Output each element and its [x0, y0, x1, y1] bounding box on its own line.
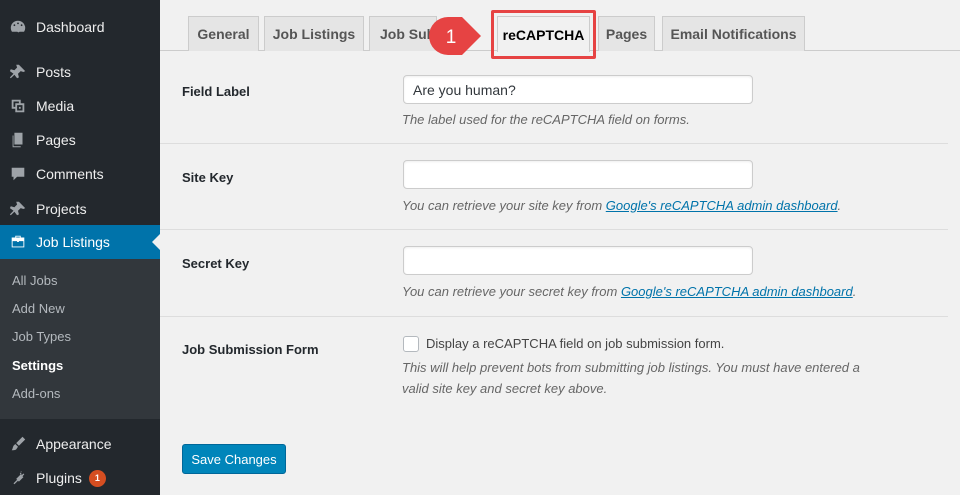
secret-key-input[interactable] — [403, 246, 753, 275]
site-key-description: You can retrieve your site key from Goog… — [402, 195, 841, 216]
menu-label: Dashboard — [36, 19, 105, 35]
tab-email-notifications[interactable]: Email Notifications — [662, 16, 805, 51]
row-divider — [160, 316, 948, 317]
desc-text: . — [837, 198, 842, 213]
job-submission-form-label: Job Submission Form — [182, 342, 319, 357]
pages-icon — [0, 131, 36, 149]
menu-item-dashboard[interactable]: Dashboard — [0, 10, 160, 44]
recaptcha-on-submission-checkbox[interactable] — [403, 336, 419, 352]
row-divider — [160, 229, 948, 230]
tab-job-listings[interactable]: Job Listings — [264, 16, 364, 51]
menu-item-projects[interactable]: Projects — [0, 192, 160, 226]
tab-recaptcha[interactable]: reCAPTCHA — [497, 16, 590, 52]
submenu-add-new[interactable]: Add New — [12, 301, 65, 316]
recaptcha-dashboard-link[interactable]: Google's reCAPTCHA admin dashboard — [606, 198, 838, 213]
tab-general[interactable]: General — [188, 16, 259, 51]
submenu-add-ons[interactable]: Add-ons — [12, 386, 60, 401]
settings-tabs: General Job Listings Job Sub reCAPTCHA P… — [160, 0, 960, 52]
menu-label: Plugins — [36, 470, 82, 486]
row-divider — [160, 143, 948, 144]
plug-icon — [0, 469, 36, 487]
comment-icon — [0, 165, 36, 183]
dashboard-icon — [0, 18, 36, 36]
update-count-badge: 1 — [88, 469, 106, 487]
tab-pages[interactable]: Pages — [598, 16, 655, 51]
menu-item-plugins[interactable]: Plugins 1 — [0, 461, 160, 495]
menu-item-media[interactable]: Media — [0, 89, 160, 123]
job-submission-description-line1: This will help prevent bots from submitt… — [402, 360, 860, 375]
field-label-description: The label used for the reCAPTCHA field o… — [402, 112, 690, 127]
field-label-label: Field Label — [182, 84, 250, 99]
secret-key-label: Secret Key — [182, 256, 250, 271]
menu-item-posts[interactable]: Posts — [0, 55, 160, 89]
tab-job-submission[interactable]: Job Sub — [369, 16, 437, 51]
menu-item-comments[interactable]: Comments — [0, 157, 160, 191]
pushpin-icon — [0, 63, 36, 81]
briefcase-icon — [0, 233, 36, 251]
secret-key-description: You can retrieve your secret key from Go… — [402, 281, 856, 302]
desc-text: You can retrieve your secret key from — [402, 284, 621, 299]
site-key-input[interactable] — [403, 160, 753, 189]
checkbox-label[interactable]: Display a reCAPTCHA field on job submiss… — [426, 336, 724, 351]
menu-item-pages[interactable]: Pages — [0, 123, 160, 157]
site-key-label: Site Key — [182, 170, 234, 185]
job-submission-description-line2: valid site key and secret key above. — [402, 381, 608, 396]
menu-label: Job Listings — [36, 234, 110, 250]
job-listings-submenu: All Jobs Add New Job Types Settings Add-… — [0, 259, 160, 419]
menu-label: Appearance — [36, 436, 112, 452]
recaptcha-dashboard-link[interactable]: Google's reCAPTCHA admin dashboard — [621, 284, 853, 299]
desc-text: You can retrieve your site key from — [402, 198, 606, 213]
pushpin-icon — [0, 200, 36, 218]
submenu-settings[interactable]: Settings — [12, 358, 63, 373]
menu-item-job-listings[interactable]: Job Listings — [0, 225, 160, 259]
menu-label: Media — [36, 98, 75, 114]
menu-label: Pages — [36, 132, 76, 148]
menu-label: Comments — [36, 166, 104, 182]
menu-label: Projects — [36, 201, 87, 217]
field-label-input[interactable] — [403, 75, 753, 104]
paintbrush-icon — [0, 435, 36, 453]
save-changes-button[interactable]: Save Changes — [182, 444, 286, 474]
media-icon — [0, 97, 36, 115]
desc-text: . — [852, 284, 857, 299]
menu-label: Posts — [36, 64, 72, 80]
submenu-job-types[interactable]: Job Types — [12, 329, 71, 344]
submenu-all-jobs[interactable]: All Jobs — [12, 273, 58, 288]
menu-item-appearance[interactable]: Appearance — [0, 427, 160, 461]
admin-sidebar: Dashboard Posts Media Pages Comments Pro… — [0, 0, 160, 495]
